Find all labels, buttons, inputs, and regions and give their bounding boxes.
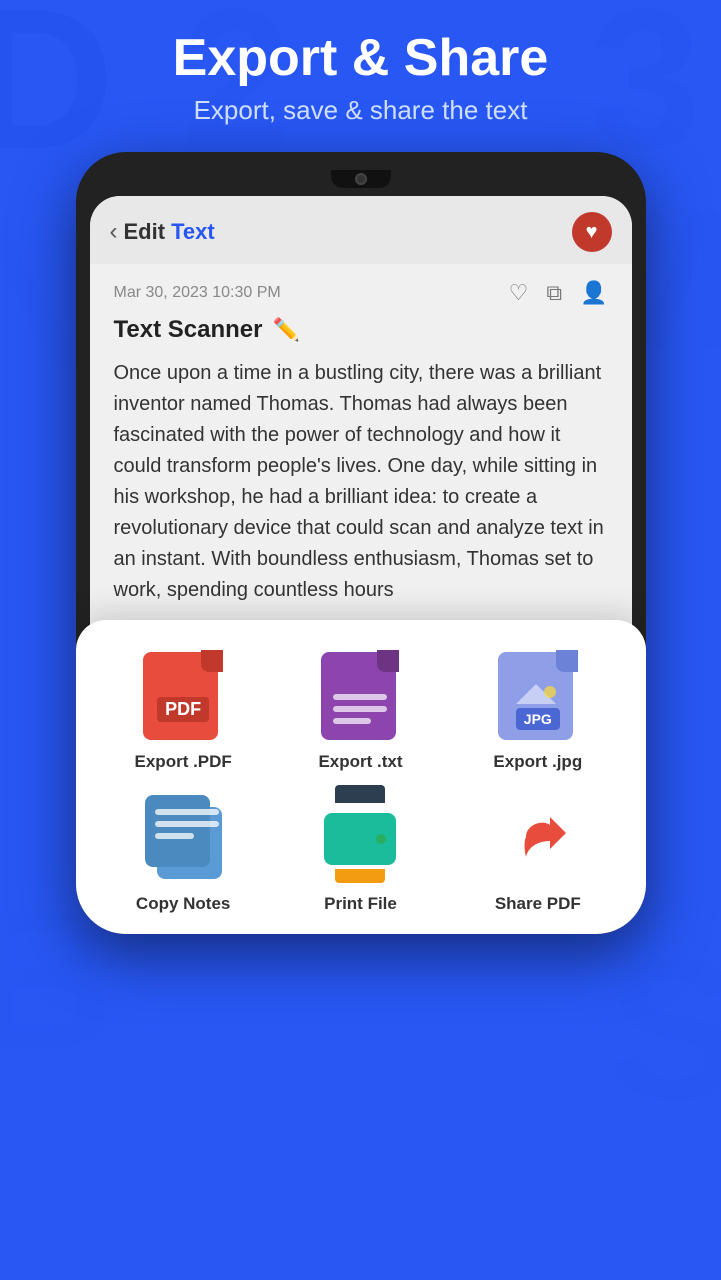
phone-frame: ‹ Edit Text ♥ Mar 30, 2023 10:30 PM ♡ ⧉ xyxy=(76,152,646,934)
share-user-icon[interactable]: 👤 xyxy=(580,280,607,306)
share-pdf-icon xyxy=(496,795,580,879)
pdf-file-icon: PDF xyxy=(143,650,223,740)
phone-notch xyxy=(331,170,391,188)
app-content: Mar 30, 2023 10:30 PM ♡ ⧉ 👤 Text Scanner… xyxy=(90,264,632,622)
main-content: Export & Share Export, save & share the … xyxy=(0,0,721,1280)
jpg-file-icon: JPG xyxy=(498,650,578,740)
actions-grid: PDF Export .PDF xyxy=(100,650,622,914)
phone-camera xyxy=(355,173,367,185)
back-arrow-icon: ‹ xyxy=(110,218,118,246)
export-txt-label: Export .txt xyxy=(318,752,402,772)
bottom-sheet: PDF Export .PDF xyxy=(90,620,632,916)
like-icon[interactable]: ♡ xyxy=(509,280,529,306)
edit-label: Edit xyxy=(124,219,166,245)
share-icon-container xyxy=(493,792,583,882)
phone-mockup: ‹ Edit Text ♥ Mar 30, 2023 10:30 PM ♡ ⧉ xyxy=(76,152,646,934)
txt-icon-container xyxy=(315,650,405,740)
action-copy-notes[interactable]: Copy Notes xyxy=(100,792,267,914)
action-print-file[interactable]: Print File xyxy=(277,792,444,914)
text-label: Text xyxy=(171,219,215,245)
app-header: ‹ Edit Text ♥ xyxy=(90,196,632,264)
copy-notes-icon xyxy=(141,795,225,879)
copy-icon[interactable]: ⧉ xyxy=(546,280,562,306)
pdf-icon-container: PDF xyxy=(138,650,228,740)
doc-title: Text Scanner ✏️ xyxy=(114,316,608,344)
txt-file-icon xyxy=(321,650,399,740)
phone-screen: ‹ Edit Text ♥ Mar 30, 2023 10:30 PM ♡ ⧉ xyxy=(90,196,632,916)
action-export-pdf[interactable]: PDF Export .PDF xyxy=(100,650,267,772)
jpg-icon-container: JPG xyxy=(493,650,583,740)
action-export-txt[interactable]: Export .txt xyxy=(277,650,444,772)
sub-title: Export, save & share the text xyxy=(173,95,549,126)
export-pdf-label: Export .PDF xyxy=(135,752,232,772)
print-file-icon xyxy=(318,795,402,879)
print-file-label: Print File xyxy=(324,894,397,914)
share-arrow-svg xyxy=(506,805,570,869)
action-export-jpg[interactable]: JPG Export .jpg xyxy=(454,650,621,772)
doc-body: Once upon a time in a bustling city, the… xyxy=(114,358,608,606)
date-label: Mar 30, 2023 10:30 PM xyxy=(114,284,281,302)
header-section: Export & Share Export, save & share the … xyxy=(153,0,569,142)
copy-notes-icon-container xyxy=(138,792,228,882)
favorite-button[interactable]: ♥ xyxy=(572,212,612,252)
copy-notes-label: Copy Notes xyxy=(136,894,230,914)
back-button[interactable]: ‹ Edit Text xyxy=(110,218,215,246)
meta-row: Mar 30, 2023 10:30 PM ♡ ⧉ 👤 xyxy=(114,280,608,306)
meta-icons: ♡ ⧉ 👤 xyxy=(509,280,608,306)
main-title: Export & Share xyxy=(173,30,549,87)
export-jpg-label: Export .jpg xyxy=(493,752,582,772)
share-pdf-label: Share PDF xyxy=(495,894,581,914)
print-icon-container xyxy=(315,792,405,882)
edit-icon[interactable]: ✏️ xyxy=(272,317,299,343)
heart-icon: ♥ xyxy=(586,221,598,244)
action-share-pdf[interactable]: Share PDF xyxy=(454,792,621,914)
